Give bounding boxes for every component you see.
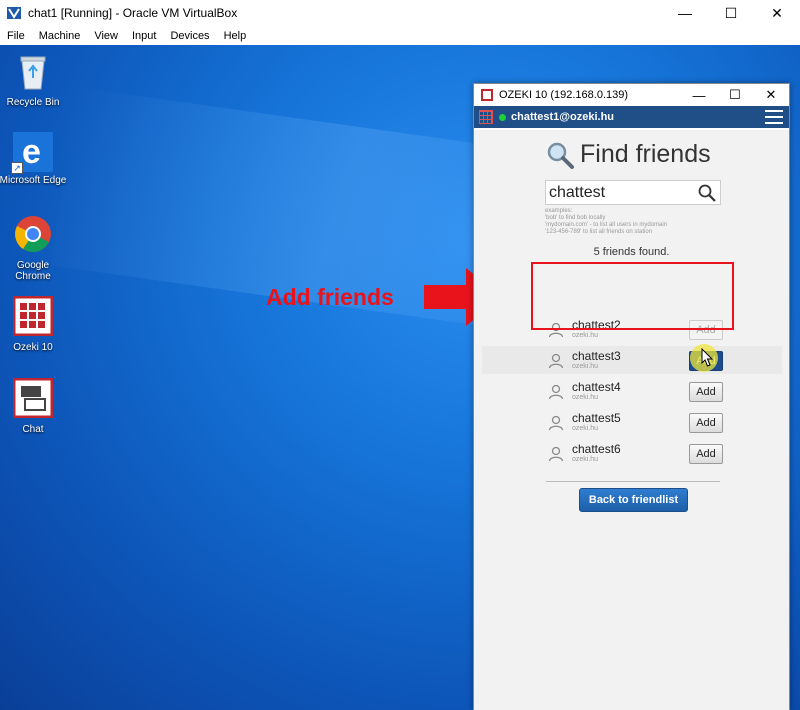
desktop-icon-recycle-bin[interactable]: Recycle Bin xyxy=(0,51,68,108)
add-friend-button[interactable]: Add xyxy=(689,382,723,402)
desktop-icon-google-chrome[interactable]: Google Chrome xyxy=(0,214,68,282)
desktop-icon-ozeki[interactable]: Ozeki 10 xyxy=(0,295,68,353)
user-avatar-icon xyxy=(548,353,564,369)
ozeki-titlebar: OZEKI 10 (192.168.0.139) — ☐ ✕ xyxy=(474,84,789,106)
annotation-highlight-box xyxy=(531,262,734,330)
ozeki-close-button[interactable]: ✕ xyxy=(753,84,789,106)
find-friends-panel: Find friends examples: 'bob' to find bob… xyxy=(474,130,789,710)
divider xyxy=(546,481,720,482)
virtualbox-icon xyxy=(7,7,21,19)
desktop-icon-label: Microsoft Edge xyxy=(0,175,67,186)
back-to-friendlist-button[interactable]: Back to friendlist xyxy=(579,488,688,512)
hamburger-menu-icon[interactable] xyxy=(765,110,783,124)
user-avatar-icon xyxy=(548,384,564,400)
page-title: Find friends xyxy=(580,140,711,168)
host-maximize-button[interactable]: ☐ xyxy=(708,0,754,26)
find-friends-header: Find friends xyxy=(546,140,711,169)
annotation-add-friends: Add friends xyxy=(266,284,394,310)
menu-devices[interactable]: Devices xyxy=(163,30,216,42)
host-window-title: chat1 [Running] - Oracle VM VirtualBox xyxy=(28,6,238,20)
recycle-bin-icon xyxy=(20,56,46,90)
user-avatar-icon xyxy=(548,446,564,462)
menu-file[interactable]: File xyxy=(0,30,32,42)
examples-line: '123-456-789' to list all friends on sta… xyxy=(545,229,653,235)
friend-domain: ozeki.hu xyxy=(572,332,599,339)
ozeki-grid-icon xyxy=(12,295,54,337)
ozeki-maximize-button[interactable]: ☐ xyxy=(717,84,753,106)
friend-domain: ozeki.hu xyxy=(572,425,599,432)
friend-search-input[interactable] xyxy=(546,183,691,202)
chat-bubbles-icon xyxy=(12,377,54,419)
ozeki-minimize-button[interactable]: — xyxy=(681,84,717,106)
online-status-icon xyxy=(499,113,506,121)
friend-name: chattest5 xyxy=(572,411,621,425)
ozeki-logo-icon xyxy=(481,89,493,101)
friend-domain: ozeki.hu xyxy=(572,456,599,463)
user-avatar-icon xyxy=(548,415,564,431)
menu-help[interactable]: Help xyxy=(217,30,254,42)
search-examples: examples: 'bob' to find bob locally 'myd… xyxy=(545,208,667,236)
add-friend-button[interactable]: Add xyxy=(689,413,723,433)
desktop-icon-label: Recycle Bin xyxy=(6,97,60,108)
desktop-icon-chat[interactable]: Chat xyxy=(0,377,68,435)
examples-line: 'bob' to find bob locally xyxy=(545,215,606,221)
mouse-cursor-icon xyxy=(701,348,714,367)
friend-row: chattest6 ozeki.hu Add xyxy=(548,440,726,470)
edge-icon: e ↗ xyxy=(11,132,53,174)
ozeki-window: OZEKI 10 (192.168.0.139) — ☐ ✕ chattest1… xyxy=(473,83,790,710)
ozeki-user-bar: chattest1@ozeki.hu xyxy=(474,106,789,128)
friend-name: chattest6 xyxy=(572,442,621,456)
search-icon[interactable] xyxy=(698,184,716,202)
ozeki-grid-icon[interactable] xyxy=(479,110,493,124)
friend-name: chattest3 xyxy=(572,349,621,363)
results-count: 5 friends found. xyxy=(593,246,670,258)
add-friend-button[interactable]: Add xyxy=(689,444,723,464)
desktop-icon-label: Ozeki 10 xyxy=(13,342,53,353)
desktop-icon-label: Chat xyxy=(22,424,44,435)
desktop-icon-label: Google Chrome xyxy=(15,260,51,282)
friend-domain: ozeki.hu xyxy=(572,363,599,370)
host-titlebar: chat1 [Running] - Oracle VM VirtualBox —… xyxy=(0,0,800,26)
menu-machine[interactable]: Machine xyxy=(32,30,88,42)
friend-row: chattest5 ozeki.hu Add xyxy=(548,409,726,439)
examples-line: examples: xyxy=(545,208,573,214)
host-close-button[interactable]: ✕ xyxy=(754,0,800,26)
menu-input[interactable]: Input xyxy=(125,30,163,42)
ozeki-window-title: OZEKI 10 (192.168.0.139) xyxy=(499,89,629,101)
examples-line: 'mydomain.com' - to list all users in my… xyxy=(545,222,667,228)
friend-name: chattest4 xyxy=(572,380,621,394)
host-minimize-button[interactable]: — xyxy=(662,0,708,26)
friend-domain: ozeki.hu xyxy=(572,394,599,401)
desktop-icon-microsoft-edge[interactable]: e ↗ Microsoft Edge xyxy=(0,132,68,186)
host-menubar: File Machine View Input Devices Help xyxy=(0,26,800,45)
friend-search-box xyxy=(545,180,721,205)
current-user: chattest1@ozeki.hu xyxy=(511,111,615,123)
magnifier-icon xyxy=(547,142,574,169)
chrome-icon xyxy=(15,216,51,252)
menu-view[interactable]: View xyxy=(87,30,125,42)
friend-row: chattest4 ozeki.hu Add xyxy=(548,378,726,408)
